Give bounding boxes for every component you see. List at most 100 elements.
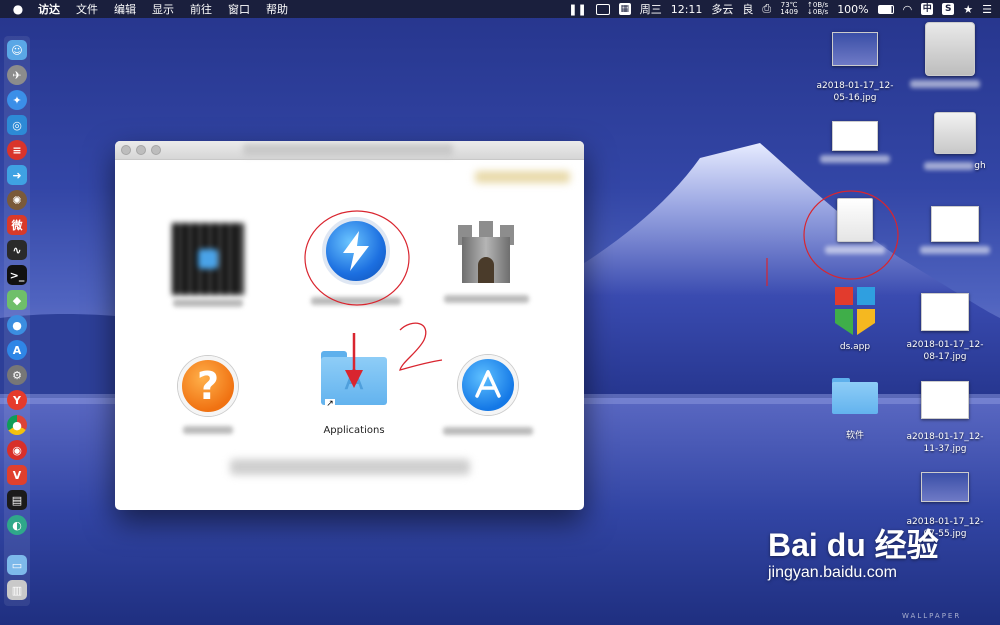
trash-icon[interactable]: ▥ <box>7 580 27 600</box>
file-thumbnail <box>832 32 878 66</box>
alias-arrow-icon: ↗ <box>325 399 335 409</box>
weibo-icon[interactable]: 微 <box>7 215 27 235</box>
app-store-dock-icon[interactable]: A <box>7 340 27 360</box>
window-title-blurred <box>243 144 453 156</box>
fan-speed: 1409 <box>780 8 799 16</box>
file-1-label: a2018-01-17_12-05-16.jpg <box>816 81 894 103</box>
installer-window: ? A ↗ Applications <box>115 141 584 510</box>
network-speed-widget[interactable]: ↑0B/s ↓0B/s <box>807 2 828 16</box>
hard-drive-label-blurred <box>924 162 975 170</box>
file-3-label: a2018-01-17_12-11-37.jpg <box>906 432 984 454</box>
wallpaper-watermark: WALLPAPER <box>902 612 962 620</box>
baidu-site: jingyan.baidu.com <box>768 564 897 581</box>
desktop-file-1[interactable]: a2018-01-17_12-05-16.jpg <box>810 32 900 104</box>
input-method-icon[interactable]: 中 <box>921 3 934 15</box>
zoom-button[interactable] <box>151 145 161 155</box>
desktop-file-3[interactable]: a2018-01-17_12-11-37.jpg <box>900 381 990 455</box>
chrome-icon[interactable]: ● <box>7 415 27 435</box>
preview-icon[interactable]: ◎ <box>7 115 27 135</box>
file-thumbnail <box>931 206 979 242</box>
qr-label-blurred <box>173 299 243 307</box>
safari-icon[interactable]: ✦ <box>7 90 27 110</box>
folder-icon <box>832 378 878 414</box>
applications-label: Applications <box>323 425 385 436</box>
desktop-disk-image[interactable] <box>910 22 980 88</box>
net-down: ↓0B/s <box>807 8 829 16</box>
file-thumbnail <box>921 293 969 331</box>
menu-file[interactable]: 文件 <box>76 1 98 17</box>
menu-go[interactable]: 前往 <box>190 1 212 17</box>
maps-icon[interactable]: ◆ <box>7 290 27 310</box>
menu-list-icon[interactable]: ☰ <box>982 3 992 16</box>
battery-icon[interactable] <box>877 4 894 14</box>
terminal-icon[interactable]: >_ <box>7 265 27 285</box>
window-titlebar[interactable] <box>115 141 584 160</box>
gatekeeper-item[interactable] <box>431 221 541 303</box>
hard-drive-icon <box>934 112 976 154</box>
desktop-ds-app[interactable]: ds.app <box>810 287 900 353</box>
apple-menu-icon[interactable]: ● <box>10 2 26 16</box>
yandex-icon[interactable]: Y <box>7 390 27 410</box>
netease-music-icon[interactable]: ◉ <box>7 440 27 460</box>
desktop-hard-drive[interactable]: gh <box>920 112 990 172</box>
window-footer-blurred <box>230 459 470 475</box>
downloads-folder-icon[interactable]: ▭ <box>7 555 27 575</box>
close-button[interactable] <box>121 145 131 155</box>
daemon-tools-item[interactable] <box>301 217 411 305</box>
menu-finder[interactable]: 访达 <box>38 1 60 17</box>
activity-monitor-icon[interactable]: ∿ <box>7 240 27 260</box>
app-teal-icon[interactable]: ◐ <box>7 515 27 535</box>
read-me-item[interactable]: ? <box>153 356 263 434</box>
desktop-file-2[interactable]: a2018-01-17_12-08-17.jpg <box>900 293 990 363</box>
app-store-icon[interactable] <box>458 355 518 415</box>
desktop-software-folder[interactable]: 软件 <box>810 378 900 442</box>
menu-help[interactable]: 帮助 <box>266 1 288 17</box>
applications-item[interactable]: A ↗ Applications <box>299 351 409 436</box>
ds-file-label-blurred <box>825 246 885 254</box>
pause-icon[interactable]: ❚❚ <box>568 3 586 16</box>
file-thumbnail <box>921 472 969 502</box>
minimize-button[interactable] <box>136 145 146 155</box>
file-thumbnail <box>921 381 969 419</box>
menu-window[interactable]: 窗口 <box>228 1 250 17</box>
printer-icon[interactable]: ⎙ <box>762 2 771 16</box>
favorites-star-icon[interactable]: ★ <box>963 3 973 16</box>
baidu-brand: Bai du 经验 <box>768 527 939 563</box>
finder-icon[interactable]: ☺ <box>7 40 27 60</box>
castle-icon[interactable] <box>456 221 516 283</box>
watermark-blurred <box>475 171 570 183</box>
system-preferences-icon[interactable]: ⚙ <box>7 365 27 385</box>
disk-image-label-blurred <box>910 80 980 88</box>
sogou-icon[interactable]: S <box>942 3 955 15</box>
disk-image-icon <box>925 22 975 76</box>
remote-desktop-icon[interactable]: ➜ <box>7 165 27 185</box>
question-mark-icon[interactable]: ? <box>178 356 238 416</box>
microphone-icon[interactable]: ● <box>7 315 27 335</box>
app-brown-icon[interactable]: ✺ <box>7 190 27 210</box>
ds-app-label: ds.app <box>839 342 871 352</box>
lightning-bolt-icon[interactable] <box>322 217 390 285</box>
mac-app-store-item[interactable] <box>433 355 543 435</box>
launchpad-icon[interactable]: ✈ <box>7 65 27 85</box>
file-2-label: a2018-01-17_12-08-17.jpg <box>906 340 984 362</box>
read-me-label-blurred <box>183 426 233 434</box>
daemon-tools-label-blurred <box>311 297 401 305</box>
menu-edit[interactable]: 编辑 <box>114 1 136 17</box>
display-icon[interactable] <box>595 3 610 15</box>
wifi-icon[interactable]: ◠ <box>903 3 913 16</box>
desktop-ds-file[interactable] <box>810 198 900 254</box>
qr-code-item <box>153 223 263 307</box>
menu-view[interactable]: 显示 <box>152 1 174 17</box>
qr-status-icon[interactable]: ▦ <box>618 3 631 15</box>
app-store-label-blurred <box>443 427 533 435</box>
gatekeeper-label-blurred <box>443 295 529 303</box>
document-icon <box>837 198 873 242</box>
console-icon[interactable]: ▤ <box>7 490 27 510</box>
desktop-file-screenshot[interactable] <box>810 121 900 163</box>
desktop-file-screenshot-2[interactable] <box>920 206 990 254</box>
cpu-temp-widget[interactable]: 73℃ 1409 <box>780 2 798 16</box>
applications-folder-icon[interactable]: A ↗ <box>321 351 387 409</box>
app-red-icon[interactable]: ≡ <box>7 140 27 160</box>
ds-app-icon <box>835 287 875 335</box>
vivaldi-icon[interactable]: V <box>7 465 27 485</box>
